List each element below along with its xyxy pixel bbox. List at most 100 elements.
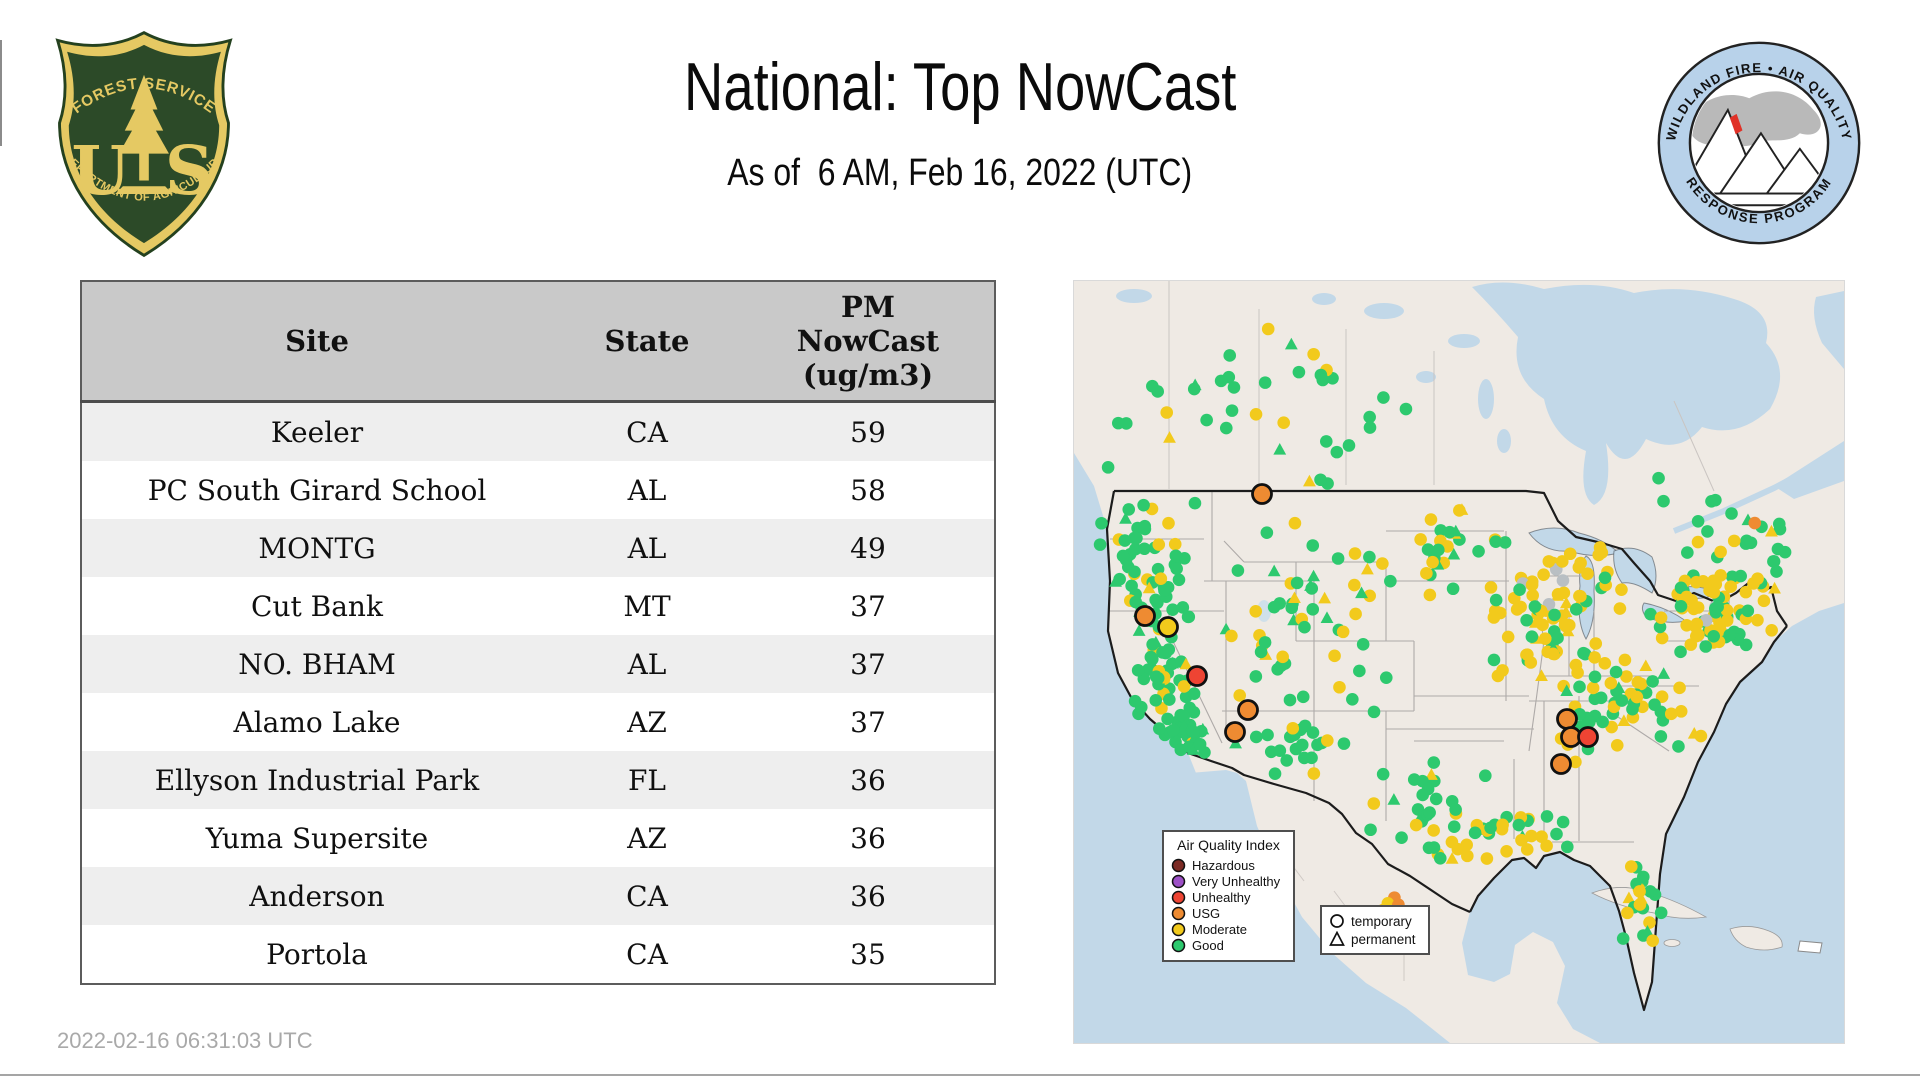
monitor-dot-temporary [1648, 698, 1661, 712]
monitor-dot-temporary [1376, 557, 1389, 570]
monitor-dot-temporary [1286, 721, 1300, 735]
monitor-dot-temporary [1172, 573, 1186, 587]
monitor-dot-temporary [1176, 601, 1190, 614]
table-row: Cut Bank MT 37 [81, 577, 995, 635]
site-cell: MONTG [258, 531, 376, 565]
site-cell: Alamo Lake [233, 705, 401, 739]
monitor-dot-temporary [1556, 815, 1570, 829]
monitor-dot-temporary [1161, 712, 1174, 726]
monitor-dot-temporary [1707, 630, 1720, 643]
monitor-dot-temporary [1337, 737, 1351, 750]
aqi-legend-item: Good [1171, 937, 1286, 953]
table-row: MONTG AL 49 [81, 519, 995, 577]
monitor-dot-temporary [1616, 932, 1630, 945]
monitor-dot-temporary [1146, 638, 1159, 651]
table-row: Alamo Lake AZ 37 [81, 693, 995, 751]
pm-value-cell: 37 [850, 589, 886, 623]
aqi-color-dot-icon [1171, 874, 1186, 888]
state-cell: AL [627, 473, 667, 507]
monitor-dot-temporary [1277, 416, 1290, 430]
aqi-legend-title: Air Quality Index [1177, 837, 1280, 853]
pm-value-cell: 37 [850, 647, 886, 681]
monitor-dot-temporary [1367, 797, 1381, 810]
monitor-dot-temporary [1767, 555, 1781, 568]
monitor-dot-temporary [1348, 578, 1361, 592]
monitor-dot-temporary [1295, 738, 1309, 752]
monitor-dot-temporary [1468, 826, 1482, 840]
monitor-dot-temporary [1258, 376, 1272, 389]
monitor-dot-temporary [1551, 631, 1564, 645]
table-header: Site State PM NowCast (ug/m3) [81, 281, 995, 403]
monitor-dot-temporary [1298, 719, 1312, 733]
monitor-dot-temporary [1489, 593, 1503, 607]
monitor-dot-temporary [1654, 906, 1668, 920]
monitor-dot-temporary [1691, 601, 1705, 614]
site-cell: Portola [266, 937, 368, 971]
monitor-dot-temporary [1589, 637, 1603, 650]
state-cell: CA [626, 937, 668, 971]
monitor-dot-temporary [1146, 379, 1159, 393]
monitor-dot-temporary [1276, 650, 1289, 664]
monitor-dot-temporary [1646, 934, 1660, 948]
monitor-dot-temporary [1525, 630, 1539, 644]
monitor-dot-temporary [1574, 556, 1587, 570]
table-row: Portola CA 35 [81, 925, 995, 984]
monitor-dot-temporary [1137, 498, 1150, 512]
forest-service-logo: FOREST SERVICE DEPARTMENT OF AGRICULTURE… [44, 20, 240, 262]
monitor-dot-temporary [1268, 767, 1282, 780]
monitor-dot-temporary [1556, 574, 1570, 587]
monitor-dot-temporary [1395, 831, 1408, 845]
monitor-dot-temporary [1307, 767, 1321, 780]
monitor-dot-temporary [1643, 916, 1656, 929]
aqi-legend-item: Moderate [1171, 921, 1286, 937]
monitor-dot-temporary [1163, 693, 1176, 706]
monitor-dot-temporary [1158, 584, 1171, 597]
site-cell: NO. BHAM [238, 647, 396, 681]
monitor-dot-temporary [1426, 555, 1439, 569]
site-cell: Ellyson Industrial Park [154, 763, 480, 797]
monitor-dot-temporary [1489, 535, 1503, 548]
monitor-dot-temporary [1446, 582, 1460, 596]
monitor-dot-temporary [1214, 374, 1228, 388]
monitor-dot-temporary [1581, 567, 1594, 581]
monitor-dot-temporary [1751, 613, 1764, 627]
monitor-dot-temporary [1500, 845, 1513, 858]
monitor-dot-temporary [1691, 514, 1705, 528]
site-type-legend: temporary permanent [1320, 905, 1430, 955]
monitor-dot-temporary [1487, 611, 1501, 624]
monitor-dot-temporary [1154, 572, 1168, 586]
monitor-dot-temporary [1169, 549, 1183, 563]
monitor-dot-temporary [1672, 740, 1685, 753]
aqi-legend-item: Unhealthy [1171, 889, 1286, 905]
monitor-dot-temporary [1520, 613, 1533, 627]
monitor-dot-temporary [1427, 756, 1441, 769]
monitor-dot-temporary [1116, 549, 1130, 563]
monitor-dot-temporary [1131, 664, 1145, 677]
state-cell: CA [626, 415, 668, 449]
monitor-dot-temporary [1537, 568, 1550, 581]
state-cell: AL [627, 647, 667, 681]
monitor-dot-temporary [1356, 638, 1370, 651]
legend-item-temporary: temporary [1329, 912, 1421, 930]
page-title: National: Top NowCast [0, 48, 1920, 126]
monitor-dot-temporary [1496, 818, 1509, 832]
left-edge-line [0, 40, 2, 146]
top-site-marker [1157, 616, 1179, 638]
monitor-dot-temporary [1162, 516, 1175, 530]
table-row: Ellyson Industrial Park FL 36 [81, 751, 995, 809]
monitor-dot-temporary [1631, 676, 1645, 689]
monitor-dot-temporary [1604, 676, 1618, 690]
monitor-dot-temporary [1443, 525, 1456, 539]
monitor-dot-temporary [1561, 840, 1574, 854]
page-subtitle: As of 6 AM, Feb 16, 2022 (UTC) [0, 152, 1920, 195]
monitor-dot-temporary [1571, 666, 1584, 680]
monitor-dot-temporary [1546, 647, 1560, 661]
table-row: Keeler CA 59 [81, 401, 995, 461]
monitor-dot-temporary [1288, 516, 1302, 530]
pm-value-cell: 36 [850, 821, 886, 855]
monitor-dot-temporary [1621, 906, 1634, 920]
monitor-dot-temporary [1615, 694, 1629, 707]
top-site-marker [1556, 708, 1578, 730]
top-site-marker [1224, 721, 1246, 743]
monitor-dot-temporary [1200, 413, 1213, 427]
